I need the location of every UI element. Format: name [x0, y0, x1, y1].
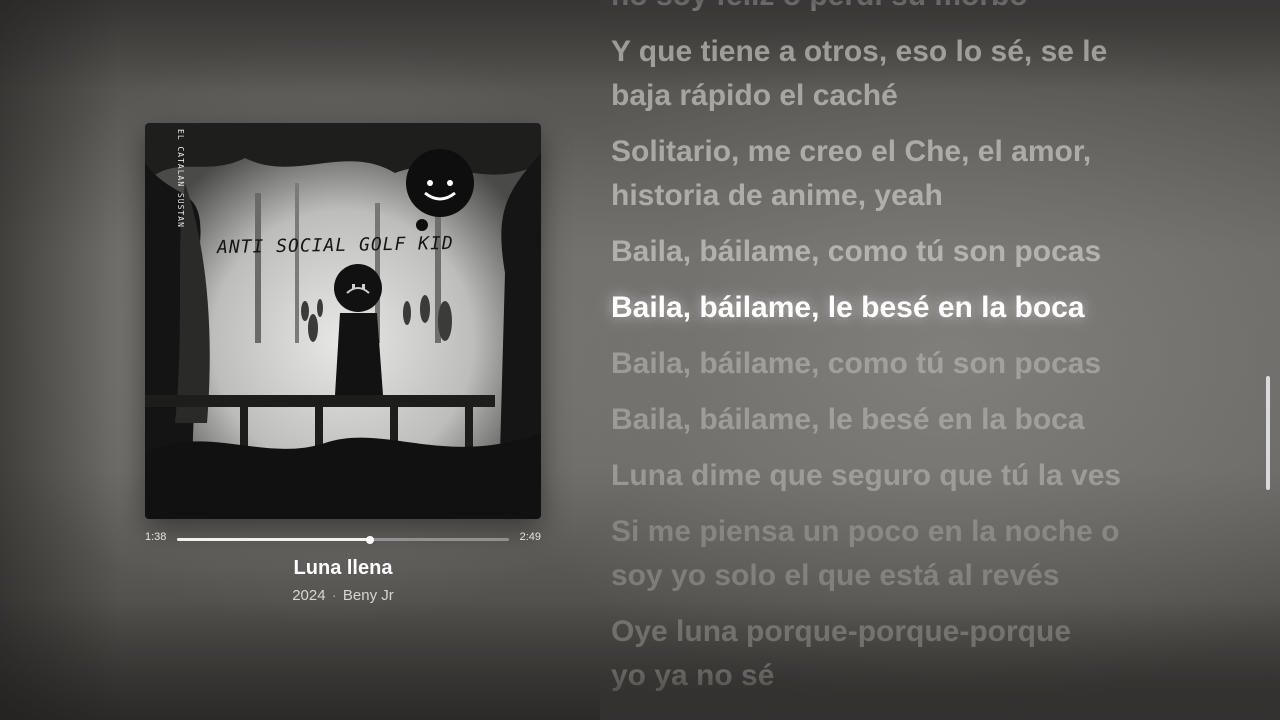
lyric-block[interactable]: Y que tiene a otros, eso lo sé, se le baj… [611, 30, 1241, 118]
lyric-line[interactable]: Baila, báilame, le besé en la boca [611, 398, 1241, 442]
lyrics-fade-bottom [600, 670, 1280, 720]
lyric-line-active[interactable]: Baila, báilame, le besé en la boca [611, 286, 1241, 330]
album-artwork[interactable]: ANTI SOCIAL GOLF KID EL CATALAN SUSTAN [145, 123, 541, 519]
lyrics-fade-top [600, 0, 1280, 30]
artwork-illustration [145, 123, 541, 519]
lyric-line[interactable]: Solitario, me creo el Che, el amor, [611, 130, 1241, 174]
progress-knob[interactable] [365, 535, 374, 544]
lyric-block[interactable]: Baila, báilame, le besé en la boca [611, 398, 1241, 442]
total-time: 2:49 [519, 531, 541, 543]
lyrics-scrollbar[interactable] [1266, 376, 1270, 490]
lyric-line[interactable]: Luna dime que seguro que tú la ves [611, 454, 1241, 498]
progress-track[interactable] [177, 535, 509, 544]
song-artist[interactable]: Beny Jr [343, 587, 394, 604]
song-year: 2024 [292, 587, 326, 604]
meta-separator: · [331, 587, 337, 604]
lyric-line[interactable]: historia de anime, yeah [611, 174, 1241, 218]
lyric-block[interactable]: Solitario, me creo el Che, el amor, histo… [611, 130, 1241, 218]
lyric-line[interactable]: Si me piensa un poco en la noche o [611, 510, 1241, 554]
song-meta: 2024 · Beny Jr [145, 587, 541, 604]
artwork-side-text: EL CATALAN SUSTAN [176, 129, 185, 228]
lyric-line[interactable]: soy yo solo el que está al revés [611, 554, 1241, 598]
lyric-line[interactable]: Baila, báilame, como tú son pocas [611, 342, 1241, 386]
lyric-block[interactable]: Baila, báilame, como tú son pocas [611, 230, 1241, 274]
lyric-block[interactable]: Luna dime que seguro que tú la ves [611, 454, 1241, 498]
elapsed-time: 1:38 [145, 531, 167, 543]
progress-fill [177, 538, 370, 541]
song-title: Luna llena [293, 557, 393, 579]
lyric-line[interactable]: baja rápido el caché [611, 74, 1241, 118]
lyric-block[interactable]: Baila, báilame, como tú son pocas [611, 342, 1241, 386]
lyric-line[interactable]: Baila, báilame, como tú son pocas [611, 230, 1241, 274]
artwork-title-text: ANTI SOCIAL GOLF KID [216, 232, 454, 259]
lyric-line[interactable]: Y que tiene a otros, eso lo sé, se le [611, 30, 1241, 74]
lyric-block[interactable]: Si me piensa un poco en la noche o soy yo… [611, 510, 1241, 598]
lyric-block[interactable]: Baila, báilame, le besé en la boca [611, 286, 1241, 330]
lyrics-panel[interactable]: no soy feliz o perdí su morboY que tiene… [611, 0, 1241, 710]
now-playing-panel: ANTI SOCIAL GOLF KID EL CATALAN SUSTAN 1… [145, 123, 541, 604]
progress-row: 1:38 2:49 [145, 531, 541, 545]
lyric-line[interactable]: Oye luna porque-porque-porque [611, 610, 1241, 654]
